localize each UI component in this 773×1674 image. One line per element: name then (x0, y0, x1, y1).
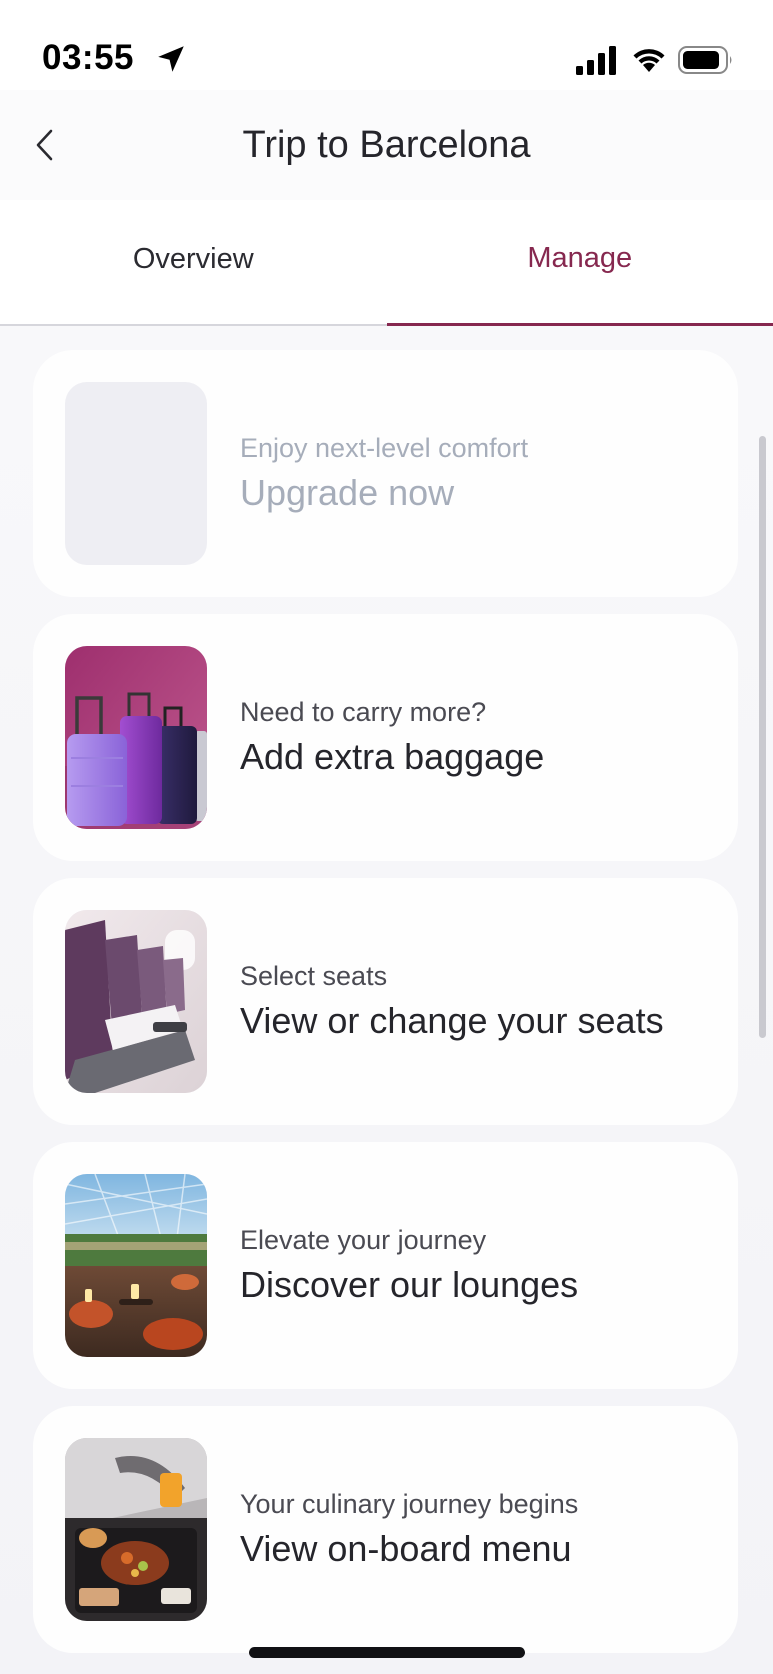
tab-overview[interactable]: Overview (0, 200, 387, 326)
status-bar: 03:55 (0, 0, 773, 90)
status-time: 03:55 (42, 38, 135, 77)
airplane-seats-image (65, 910, 207, 1093)
card-subtitle: Need to carry more? (240, 697, 487, 727)
wifi-icon (633, 49, 665, 72)
lounge-image (65, 1174, 207, 1357)
scrollbar[interactable] (759, 436, 766, 1038)
tab-bar: Overview Manage (0, 200, 773, 326)
card-subtitle: Enjoy next-level comfort (240, 433, 529, 463)
battery-icon (678, 46, 732, 74)
luggage-image (65, 646, 207, 829)
upgrade-image-placeholder (65, 382, 207, 565)
nav-header: Trip to Barcelona (0, 90, 773, 200)
home-indicator[interactable] (249, 1647, 525, 1658)
card-title: View or change your seats (240, 1000, 664, 1041)
card-title: Add extra baggage (240, 736, 545, 777)
card-title: View on-board menu (240, 1528, 572, 1569)
card-title: Discover our lounges (240, 1264, 579, 1305)
card-subtitle: Your culinary journey begins (240, 1489, 579, 1519)
cellular-signal-icon (576, 46, 616, 75)
lounges-card[interactable]: Elevate your journey Discover our lounge… (33, 1142, 738, 1389)
card-subtitle: Elevate your journey (240, 1225, 487, 1255)
card-text: Enjoy next-level comfort Upgrade now (240, 350, 528, 597)
onboard-menu-card[interactable]: Your culinary journey begins View on-boa… (33, 1406, 738, 1653)
card-text: Need to carry more? Add extra baggage (240, 614, 544, 861)
upgrade-card[interactable]: Enjoy next-level comfort Upgrade now (33, 350, 738, 597)
tab-manage[interactable]: Manage (386, 200, 773, 326)
extra-baggage-card[interactable]: Need to carry more? Add extra baggage (33, 614, 738, 861)
card-text: Select seats View or change your seats (240, 878, 664, 1125)
card-title: Upgrade now (240, 472, 455, 513)
card-text: Elevate your journey Discover our lounge… (240, 1142, 578, 1389)
page-title: Trip to Barcelona (242, 124, 531, 166)
location-arrow-icon (158, 46, 184, 72)
card-subtitle: Select seats (240, 961, 388, 991)
seats-card[interactable]: Select seats View or change your seats (33, 878, 738, 1125)
card-text: Your culinary journey begins View on-boa… (240, 1406, 578, 1653)
app-screen: 03:55 Trip to Barcelona Overview Manage … (0, 0, 773, 1674)
inflight-meal-image (65, 1438, 207, 1621)
